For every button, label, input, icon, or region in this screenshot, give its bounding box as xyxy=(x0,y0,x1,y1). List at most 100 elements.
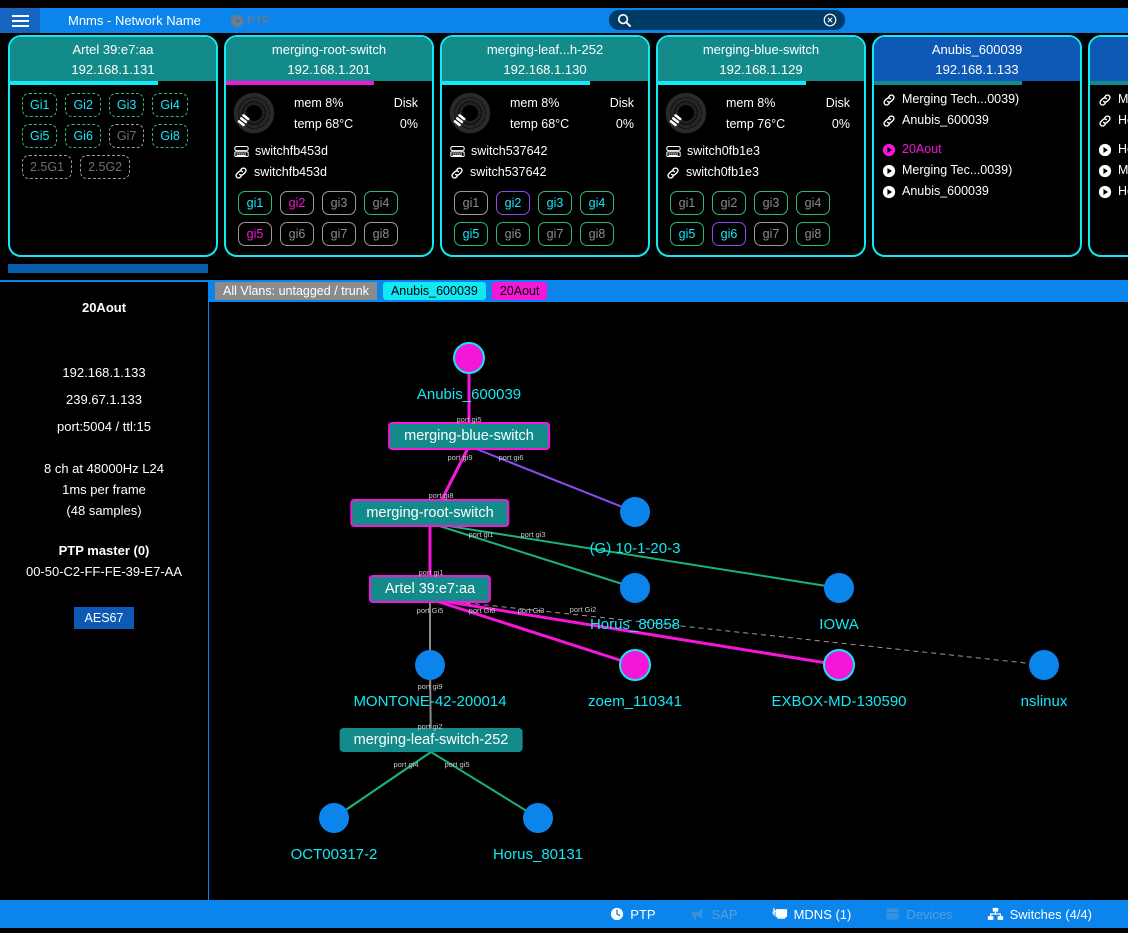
search-input[interactable] xyxy=(632,13,823,27)
port-badge[interactable]: gi3 xyxy=(754,191,788,215)
graph-node-label[interactable]: IOWA xyxy=(819,616,858,633)
port-badge[interactable]: gi4 xyxy=(364,191,398,215)
port-badge[interactable]: gi3 xyxy=(538,191,572,215)
topbar-ptp-status[interactable]: PTP xyxy=(230,14,270,28)
vlan-filter-bar[interactable]: All Vlans: untagged / trunk Anubis_60003… xyxy=(209,280,1128,302)
device-card[interactable]: Artel 39:e7:aa 192.168.1.131 Gi1 Gi2 Gi3 Gi4 G… xyxy=(8,35,218,257)
device-card[interactable]: Anubis_600039 192.168.1.133 Merging Tech..… xyxy=(872,35,1082,257)
device-card[interactable]: M He He M He xyxy=(1088,35,1128,257)
device-hostname-row[interactable]: switchfb453d xyxy=(234,141,432,162)
port-badge[interactable]: Gi7 xyxy=(108,124,145,148)
port-badge[interactable]: gi6 xyxy=(712,222,746,246)
graph-node-circle[interactable] xyxy=(619,649,651,681)
graph-node-circle[interactable] xyxy=(319,803,349,833)
status-bar-item[interactable]: Devices xyxy=(885,907,953,922)
device-hostname-row[interactable]: switch537642 xyxy=(450,141,648,162)
device-link-row[interactable]: switch0fb1e3 xyxy=(666,162,864,183)
port-badge[interactable]: Gi6 xyxy=(65,124,101,148)
port-badge[interactable]: gi2 xyxy=(496,191,530,215)
graph-node-circle[interactable] xyxy=(823,649,855,681)
port-badge[interactable]: 2.5G1 xyxy=(22,155,73,179)
device-stream-row[interactable]: 20Aout xyxy=(882,139,1080,160)
graph-switch-node[interactable]: Artel 39:e7:aa xyxy=(368,575,492,603)
graph-node-circle[interactable] xyxy=(620,573,650,603)
port-badge[interactable]: Gi2 xyxy=(65,93,101,117)
device-link-row[interactable]: M xyxy=(1098,89,1128,110)
status-bar-item[interactable]: MDNS (1) xyxy=(771,907,851,922)
port-badge[interactable]: gi7 xyxy=(538,222,572,246)
device-card-header[interactable]: merging-leaf...h-252 192.168.1.130 xyxy=(442,37,648,81)
device-hostname-row[interactable]: switch0fb1e3 xyxy=(666,141,864,162)
graph-node-circle[interactable] xyxy=(824,573,854,603)
device-card-header[interactable]: merging-root-switch 192.168.1.201 xyxy=(226,37,432,81)
network-topology-graph[interactable]: Anubis_600039 merging-blue-switch merging-… xyxy=(210,302,1128,900)
port-badge[interactable]: gi1 xyxy=(454,191,488,215)
device-card-header[interactable]: Artel 39:e7:aa 192.168.1.131 xyxy=(10,37,216,81)
device-link-row[interactable]: switchfb453d xyxy=(234,162,432,183)
graph-node-circle[interactable] xyxy=(453,342,485,374)
status-bar-item[interactable]: Switches (4/4) xyxy=(987,907,1092,922)
graph-node-label[interactable]: Horus_80131 xyxy=(493,846,583,863)
port-badge[interactable]: gi4 xyxy=(796,191,830,215)
port-badge[interactable]: Gi1 xyxy=(22,93,58,117)
port-badge[interactable]: gi2 xyxy=(280,191,314,215)
port-badge[interactable]: gi8 xyxy=(796,222,830,246)
graph-switch-node[interactable]: merging-blue-switch xyxy=(388,422,550,450)
vlan-chip-anubis[interactable]: Anubis_600039 xyxy=(382,282,486,300)
port-badge[interactable]: gi5 xyxy=(670,222,704,246)
graph-switch-node[interactable]: merging-root-switch xyxy=(350,499,510,527)
device-stream-row[interactable]: He xyxy=(1098,181,1128,202)
port-badge[interactable]: gi1 xyxy=(238,191,272,215)
port-badge[interactable]: gi5 xyxy=(454,222,488,246)
port-badge[interactable]: gi5 xyxy=(238,222,272,246)
graph-node-label[interactable]: (G) 10-1-20-3 xyxy=(590,540,681,557)
cardstrip-hscrollbar-thumb[interactable] xyxy=(8,264,208,273)
search-bar[interactable] xyxy=(608,9,846,31)
device-card[interactable]: merging-blue-switch 192.168.1.129 mem 8% Di… xyxy=(656,35,866,257)
port-badge[interactable]: gi6 xyxy=(496,222,530,246)
device-stream-row[interactable]: Anubis_600039 xyxy=(882,181,1080,202)
vlan-chip-20aout[interactable]: 20Aout xyxy=(491,282,548,300)
status-bar-item[interactable]: SAP xyxy=(690,907,738,922)
graph-node-label[interactable]: Horus_80858 xyxy=(590,616,680,633)
device-card-header[interactable]: merging-blue-switch 192.168.1.129 xyxy=(658,37,864,81)
device-card-strip[interactable]: Artel 39:e7:aa 192.168.1.131 Gi1 Gi2 Gi3 Gi4 G… xyxy=(0,33,1128,261)
graph-node-circle[interactable] xyxy=(523,803,553,833)
port-badge[interactable]: gi8 xyxy=(580,222,614,246)
clear-circle-icon[interactable] xyxy=(823,13,837,27)
port-badge[interactable]: Gi5 xyxy=(22,124,58,148)
device-card[interactable]: merging-root-switch 192.168.1.201 mem 8% Di… xyxy=(224,35,434,257)
graph-node-label[interactable]: nslinux xyxy=(1021,693,1068,710)
port-badge[interactable]: gi3 xyxy=(322,191,356,215)
device-link-row[interactable]: Merging Tech...0039) xyxy=(882,89,1080,110)
port-badge[interactable]: gi1 xyxy=(670,191,704,215)
device-stream-row[interactable]: M xyxy=(1098,160,1128,181)
device-stream-row[interactable]: Merging Tec...0039) xyxy=(882,160,1080,181)
graph-switch-node[interactable]: merging-leaf-switch-252 xyxy=(339,728,523,752)
device-link-row[interactable]: switch537642 xyxy=(450,162,648,183)
port-badge[interactable]: gi8 xyxy=(364,222,398,246)
graph-node-label[interactable]: EXBOX-MD-130590 xyxy=(771,693,906,710)
port-badge[interactable]: gi7 xyxy=(322,222,356,246)
port-badge[interactable]: gi6 xyxy=(280,222,314,246)
port-badge[interactable]: gi7 xyxy=(754,222,788,246)
graph-node-circle[interactable] xyxy=(1029,650,1059,680)
graph-node-label[interactable]: MONTONE-42-200014 xyxy=(353,693,506,710)
graph-node-label[interactable]: zoem_110341 xyxy=(588,693,682,710)
graph-node-circle[interactable] xyxy=(415,650,445,680)
graph-node-label[interactable]: OCT00317-2 xyxy=(291,846,378,863)
port-badge[interactable]: 2.5G2 xyxy=(80,155,131,179)
vlan-chip-all[interactable]: All Vlans: untagged / trunk xyxy=(215,282,377,300)
cardstrip-hscrollbar[interactable] xyxy=(8,264,208,273)
device-card-header[interactable]: Anubis_600039 192.168.1.133 xyxy=(874,37,1080,81)
port-badge[interactable]: Gi8 xyxy=(152,124,188,148)
device-card[interactable]: merging-leaf...h-252 192.168.1.130 mem 8% D… xyxy=(440,35,650,257)
device-link-row[interactable]: Anubis_600039 xyxy=(882,110,1080,131)
status-bar-item[interactable]: PTP xyxy=(610,907,656,922)
port-badge[interactable]: gi2 xyxy=(712,191,746,215)
port-badge[interactable]: gi4 xyxy=(580,191,614,215)
aes67-badge[interactable]: AES67 xyxy=(73,607,135,629)
device-stream-row[interactable]: He xyxy=(1098,139,1128,160)
device-card-header[interactable] xyxy=(1090,37,1128,81)
port-badge[interactable]: Gi3 xyxy=(108,93,145,117)
